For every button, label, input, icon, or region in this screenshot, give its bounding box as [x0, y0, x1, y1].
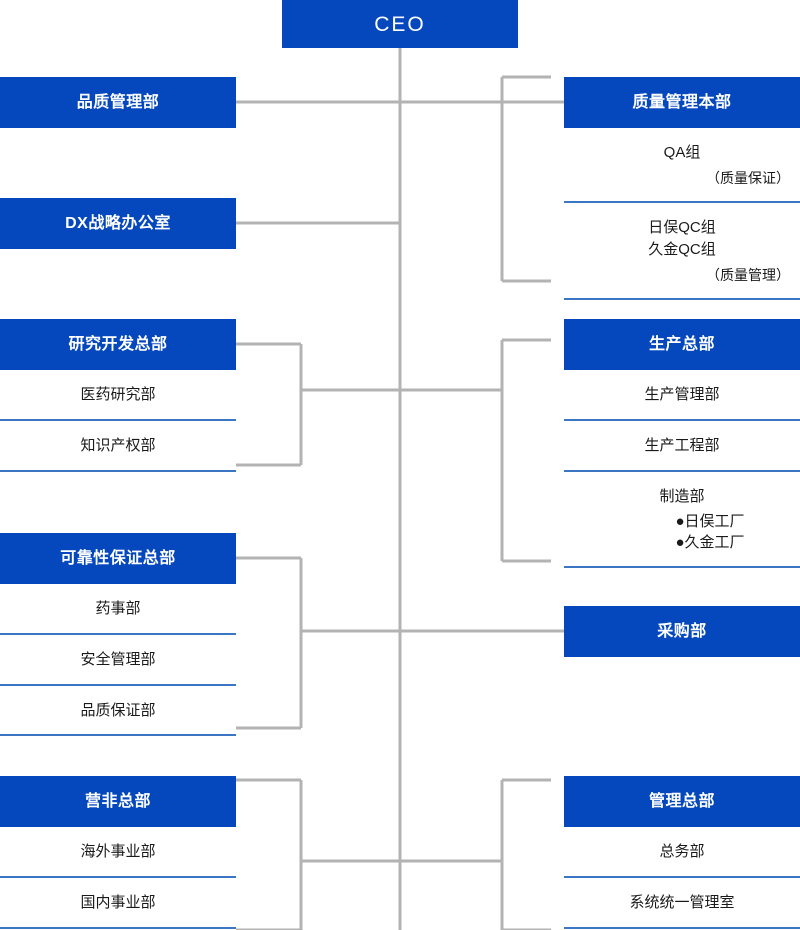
- bracket-left-mid: [236, 342, 303, 467]
- sub-item-title: 知识产权部: [80, 436, 156, 454]
- sub-item-title: 品质保证部: [80, 701, 156, 719]
- unit-ceo: CEO: [282, 0, 518, 48]
- unit-header-quality-management-hq[interactable]: 质量管理本部: [564, 77, 800, 128]
- bullet-icon: ●: [675, 534, 685, 552]
- sub-list-sales-nonprofit-hq: 海外事业部 国内事业部: [0, 827, 236, 929]
- unit-procurement-dept: 采购部: [564, 606, 800, 657]
- sub-item[interactable]: 安全管理部: [0, 634, 236, 686]
- sub-item-title: 生产工程部: [644, 436, 720, 454]
- sub-item-title: QA组: [663, 144, 701, 161]
- sub-item-note: （质量管理）: [706, 266, 790, 283]
- unit-sales-nonprofit-hq: 营非总部 海外事业部 国内事业部: [0, 776, 236, 929]
- sub-item-title: 总务部: [659, 843, 705, 860]
- org-chart: CEO 品质管理部 DX战略办公室 研究开发总部 医药研究部 知识产权部 可靠性…: [0, 0, 800, 930]
- bracket-left-lower: [236, 556, 303, 730]
- unit-reliability-assurance-hq: 可靠性保证总部 药事部 安全管理部 品质保证部: [0, 533, 236, 737]
- sub-list-quality-management-hq: QA组 （质量保证） 日俣QC组 久金QC组 （质量管理）: [564, 128, 800, 300]
- factory-label: 日俣工厂: [684, 513, 745, 531]
- sub-item-line: 日俣QC组: [648, 219, 716, 237]
- sub-item[interactable]: 系统统一管理室: [564, 877, 800, 929]
- sub-list-rd-headquarters: 医药研究部 知识产权部: [0, 370, 236, 472]
- sub-list-reliability-assurance-hq: 药事部 安全管理部 品质保证部: [0, 584, 236, 737]
- unit-header-reliability-assurance-hq[interactable]: 可靠性保证总部: [0, 533, 236, 584]
- sub-item-title: 医药研究部: [80, 386, 156, 403]
- bracket-right-bottom: [500, 778, 551, 930]
- unit-header-sales-nonprofit-hq[interactable]: 营非总部: [0, 776, 236, 827]
- sub-list-administration-hq: 总务部 系统统一管理室: [564, 827, 800, 929]
- sub-item[interactable]: QA组 （质量保证）: [564, 128, 800, 204]
- factory-list: ●日俣工厂 ●久金工厂: [564, 511, 800, 553]
- sub-item-title: 海外事业部: [80, 843, 156, 860]
- sub-item-title: 制造部: [659, 487, 705, 505]
- ceo-header[interactable]: CEO: [282, 0, 518, 48]
- unit-dx-strategy-office: DX战略办公室: [0, 198, 236, 249]
- factory-label: 久金工厂: [684, 534, 745, 552]
- bracket-right-production: [500, 338, 551, 563]
- sub-item[interactable]: 生产管理部: [564, 370, 800, 421]
- bracket-right-upper: [500, 75, 551, 283]
- factory-list-item[interactable]: ●久金工厂: [564, 532, 800, 553]
- unit-rd-headquarters: 研究开发总部 医药研究部 知识产权部: [0, 319, 236, 472]
- sub-item[interactable]: 药事部: [0, 584, 236, 635]
- bracket-left-bottom: [236, 778, 303, 930]
- unit-header-procurement-dept[interactable]: 采购部: [564, 606, 800, 657]
- sub-item-line: 久金QC组: [648, 240, 716, 258]
- sub-item-title: 生产管理部: [644, 386, 720, 403]
- sub-item-title: 系统统一管理室: [629, 893, 735, 911]
- unit-header-production-hq[interactable]: 生产总部: [564, 319, 800, 370]
- bullet-icon: ●: [675, 513, 685, 531]
- unit-header-quality-control-dept[interactable]: 品质管理部: [0, 77, 236, 128]
- sub-item[interactable]: 生产工程部: [564, 420, 800, 472]
- sub-item[interactable]: 知识产权部: [0, 420, 236, 472]
- unit-header-rd-headquarters[interactable]: 研究开发总部: [0, 319, 236, 370]
- unit-quality-control-dept: 品质管理部: [0, 77, 236, 128]
- sub-item[interactable]: 医药研究部: [0, 370, 236, 421]
- sub-item[interactable]: 海外事业部: [0, 827, 236, 878]
- sub-item[interactable]: 日俣QC组 久金QC组 （质量管理）: [564, 203, 800, 300]
- unit-quality-management-hq: 质量管理本部 QA组 （质量保证） 日俣QC组 久金QC组 （质量管理）: [564, 77, 800, 300]
- sub-item[interactable]: 制造部 ●日俣工厂 ●久金工厂: [564, 471, 800, 569]
- sub-item-title: 药事部: [95, 600, 141, 617]
- unit-header-dx-strategy-office[interactable]: DX战略办公室: [0, 198, 236, 249]
- sub-item[interactable]: 总务部: [564, 827, 800, 878]
- unit-administration-hq: 管理总部 总务部 系统统一管理室: [564, 776, 800, 929]
- sub-item[interactable]: 国内事业部: [0, 877, 236, 929]
- sub-item[interactable]: 品质保证部: [0, 685, 236, 737]
- unit-header-administration-hq[interactable]: 管理总部: [564, 776, 800, 827]
- sub-list-production-hq: 生产管理部 生产工程部 制造部 ●日俣工厂 ●久金工厂: [564, 370, 800, 569]
- sub-item-title: 国内事业部: [80, 893, 156, 911]
- sub-item-note: （质量保证）: [706, 169, 790, 186]
- sub-item-title: 安全管理部: [80, 650, 156, 668]
- factory-list-item[interactable]: ●日俣工厂: [564, 511, 800, 532]
- unit-production-hq: 生产总部 生产管理部 生产工程部 制造部 ●日俣工厂 ●久金工厂: [564, 319, 800, 569]
